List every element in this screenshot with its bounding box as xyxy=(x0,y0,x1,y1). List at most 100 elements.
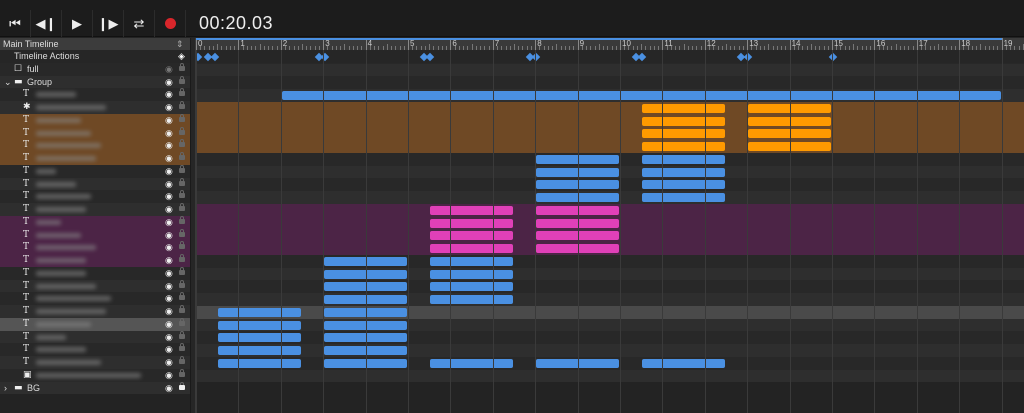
keyframe-diamond[interactable] xyxy=(828,52,838,62)
skip-to-start-button[interactable]: ⏮ xyxy=(0,10,31,37)
clip-bar-blue[interactable] xyxy=(281,91,1001,100)
clip-bar-blue[interactable] xyxy=(642,193,725,202)
layer-row[interactable]: T ◉ xyxy=(0,203,190,216)
step-forward-button[interactable]: ❙▶ xyxy=(93,10,124,37)
lock-icon[interactable] xyxy=(179,356,185,364)
visibility-eye-icon[interactable]: ◉ xyxy=(165,139,173,152)
visibility-eye-icon[interactable]: ◉ xyxy=(165,190,173,203)
clip-bar-blue[interactable] xyxy=(218,320,301,330)
loop-button[interactable]: ⇄ xyxy=(124,10,155,37)
expand-chevron-icon[interactable]: ⌄ xyxy=(4,76,12,89)
clip-bar-blue[interactable] xyxy=(642,358,725,368)
visibility-eye-icon[interactable]: ◉ xyxy=(165,229,173,242)
clip-bar-blue[interactable] xyxy=(642,154,725,164)
visibility-eye-icon[interactable]: ◉ xyxy=(165,63,173,76)
layer-row[interactable]: ⌄ ▬ Group ◉ xyxy=(0,75,190,89)
clip-bar-blue[interactable] xyxy=(642,180,725,190)
record-button[interactable] xyxy=(155,10,186,37)
play-button[interactable]: ▶ xyxy=(62,10,93,37)
lock-icon[interactable] xyxy=(179,368,185,377)
lock-icon[interactable] xyxy=(179,75,185,84)
visibility-eye-icon[interactable]: ◉ xyxy=(165,76,173,89)
layer-row[interactable]: T ◉ xyxy=(0,317,190,331)
clip-bar-orange[interactable] xyxy=(642,103,725,113)
clip-bar-pink[interactable] xyxy=(430,205,513,215)
visibility-eye-icon[interactable]: ◉ xyxy=(165,88,173,101)
lock-icon[interactable] xyxy=(179,113,185,122)
layer-row[interactable]: T ◉ xyxy=(0,241,190,254)
timeline-area[interactable]: 0 1 2 3 4 5 6 7 8 9 10 11 12 13 14 15 16 17 18 19 xyxy=(196,38,1024,413)
lock-icon[interactable] xyxy=(179,228,185,237)
visibility-eye-icon[interactable]: ◉ xyxy=(165,280,173,293)
clip-bar-blue[interactable] xyxy=(430,256,513,266)
lock-icon[interactable] xyxy=(179,177,185,186)
layer-row[interactable]: T ◉ xyxy=(0,330,190,344)
layer-row[interactable]: T ◉ xyxy=(0,164,190,178)
lock-icon[interactable] xyxy=(179,101,185,109)
visibility-eye-icon[interactable]: ◉ xyxy=(165,216,173,229)
visibility-eye-icon[interactable]: ◉ xyxy=(165,101,173,114)
clip-bar-pink[interactable] xyxy=(430,218,513,228)
clip-bar-blue[interactable] xyxy=(430,295,513,304)
layer-row[interactable]: ☐ full ◉ xyxy=(0,62,190,76)
lock-icon[interactable] xyxy=(179,305,185,313)
visibility-eye-icon[interactable]: ◉ xyxy=(165,343,173,356)
visibility-eye-icon[interactable]: ◉ xyxy=(165,356,173,369)
lock-icon[interactable] xyxy=(179,215,185,224)
lock-icon[interactable] xyxy=(179,203,185,211)
clip-bar-blue[interactable] xyxy=(430,282,513,292)
clip-bar-orange[interactable] xyxy=(642,129,725,139)
layer-row[interactable]: T ◉ xyxy=(0,88,190,101)
keyframe-diamond[interactable] xyxy=(637,52,647,62)
layer-row[interactable]: T ◉ xyxy=(0,228,190,242)
layer-row[interactable]: T ◉ xyxy=(0,292,190,305)
keyframe-diamond[interactable] xyxy=(425,52,435,62)
lock-icon[interactable] xyxy=(179,88,185,97)
clip-bar-blue[interactable] xyxy=(218,307,301,317)
layer-row[interactable]: T ◉ xyxy=(0,190,190,203)
layer-row[interactable]: T ◉ xyxy=(0,254,190,267)
lock-icon[interactable] xyxy=(179,381,185,390)
clip-bar-blue[interactable] xyxy=(218,358,301,368)
lock-icon[interactable] xyxy=(179,190,185,199)
clip-bar-blue[interactable] xyxy=(642,167,725,177)
lock-icon[interactable] xyxy=(179,241,185,250)
visibility-eye-icon[interactable]: ◉ xyxy=(165,292,173,305)
lock-icon[interactable] xyxy=(179,330,185,339)
layer-row[interactable]: ▣ ◉ xyxy=(0,368,190,382)
lock-icon[interactable] xyxy=(179,317,185,326)
visibility-eye-icon[interactable]: ◉ xyxy=(165,382,173,395)
visibility-eye-icon[interactable]: ◉ xyxy=(165,114,173,127)
layer-row[interactable]: ✱ ◉ xyxy=(0,101,190,114)
visibility-eye-icon[interactable]: ◉ xyxy=(165,369,173,382)
layer-row[interactable]: › ▬ BG ◉ xyxy=(0,381,190,395)
clip-bar-blue[interactable] xyxy=(430,269,513,279)
visibility-eye-icon[interactable]: ◉ xyxy=(165,165,173,178)
timeline-selector[interactable]: Main Timeline ⇕ xyxy=(0,38,190,50)
lock-icon[interactable] xyxy=(179,62,185,71)
clip-bar-orange[interactable] xyxy=(642,142,725,151)
clip-bar-blue[interactable] xyxy=(430,358,513,368)
layer-row[interactable]: T ◉ xyxy=(0,177,190,191)
visibility-eye-icon[interactable]: ◉ xyxy=(165,305,173,318)
clip-bar-pink[interactable] xyxy=(430,231,513,241)
layer-row[interactable]: T ◉ xyxy=(0,139,190,152)
visibility-eye-icon[interactable]: ◉ xyxy=(165,127,173,140)
lock-icon[interactable] xyxy=(179,164,185,173)
visibility-eye-icon[interactable]: ◉ xyxy=(165,318,173,331)
keyframe-diamond[interactable] xyxy=(210,52,220,62)
layer-row[interactable]: T ◉ xyxy=(0,343,190,356)
visibility-eye-icon[interactable]: ◉ xyxy=(165,152,173,165)
lock-icon[interactable] xyxy=(179,126,185,135)
layer-row[interactable]: T ◉ xyxy=(0,152,190,165)
lock-icon[interactable] xyxy=(179,279,185,288)
layer-row[interactable]: T ◉ xyxy=(0,215,190,229)
clip-bar-blue[interactable] xyxy=(218,346,301,355)
add-keyframe-icon[interactable]: ◈ xyxy=(178,50,185,63)
visibility-eye-icon[interactable]: ◉ xyxy=(165,203,173,216)
lock-icon[interactable] xyxy=(179,343,185,352)
lock-icon[interactable] xyxy=(179,152,185,160)
lock-icon[interactable] xyxy=(179,254,185,262)
layer-row[interactable]: T ◉ xyxy=(0,266,190,280)
layer-row[interactable]: T ◉ xyxy=(0,113,190,127)
